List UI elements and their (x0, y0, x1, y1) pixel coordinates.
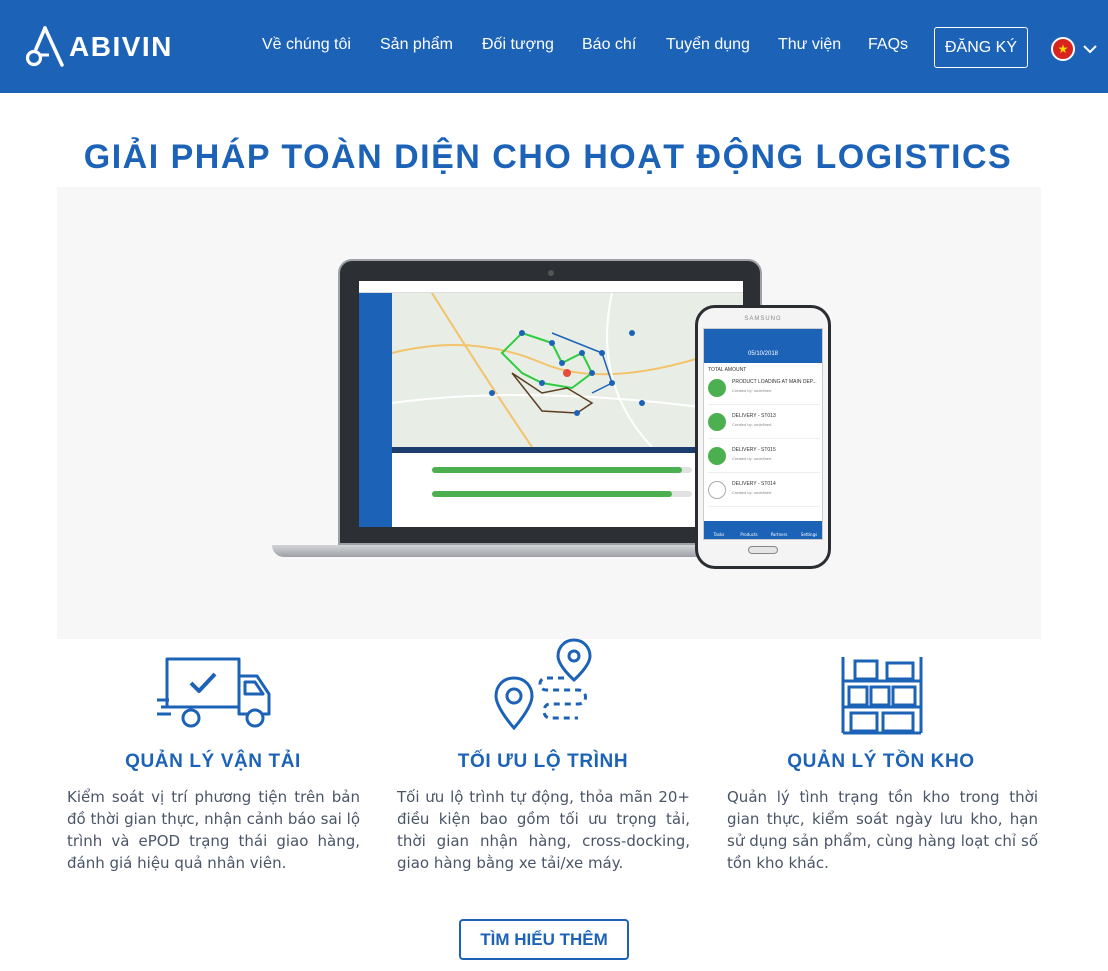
nav-item-products[interactable]: Sản phẩm (380, 36, 453, 54)
feature-desc-routing: Tối ưu lộ trình tự động, thỏa mãn 20+ đi… (397, 788, 690, 872)
hero-product-image: SAMSUNG 05/10/2018 TOTAL AMOUNT PRODUCT … (57, 187, 1041, 639)
nav-item-audience[interactable]: Đối tượng (482, 36, 554, 54)
svg-text:Products: Products (740, 532, 757, 537)
mobile-app-screen: 05/10/2018 TOTAL AMOUNT PRODUCT LOADING … (703, 328, 823, 540)
feature-title-inventory: QUẢN LÝ TỒN KHO (787, 751, 975, 772)
svg-text:Partners: Partners (771, 532, 788, 537)
chevron-down-icon (1083, 45, 1097, 54)
warehouse-shelf-icon (841, 657, 923, 735)
nav-item-library[interactable]: Thư viện (778, 36, 841, 54)
page-title: GIẢI PHÁP TOÀN DIỆN CHO HOẠT ĐỘNG LOGIST… (83, 138, 1013, 176)
mobile-task-item: DELIVERY - ST015 Created by: undefined (708, 443, 820, 473)
svg-text:Tasks: Tasks (713, 532, 725, 537)
mobile-total-label: TOTAL AMOUNT (708, 367, 747, 373)
signup-button[interactable]: ĐĂNG KÝ (934, 27, 1028, 68)
learn-more-button[interactable]: TÌM HIỂU THÊM (459, 919, 629, 960)
nav-item-careers[interactable]: Tuyển dụng (666, 36, 750, 54)
truck-check-icon (157, 657, 271, 728)
mobile-task-item: DELIVERY - ST013 Created by: undefined (708, 409, 820, 439)
mobile-task-item: DELIVERY - ST014 Created by: undefined (708, 477, 820, 507)
dashboard-screen (359, 281, 743, 527)
nav-item-press[interactable]: Báo chí (582, 36, 636, 54)
site-header: ABIVIN Về chúng tôi Sản phẩm Đối tượng B… (0, 0, 1108, 93)
svg-text:Settings: Settings (801, 532, 817, 537)
nav-item-about[interactable]: Về chúng tôi (262, 36, 351, 54)
feature-desc-transport: Kiểm soát vị trí phương tiện trên bản đồ… (67, 788, 360, 872)
phone-mockup: SAMSUNG 05/10/2018 TOTAL AMOUNT PRODUCT … (695, 305, 831, 569)
mobile-tab-bar: Tasks Products Partners Settings (704, 521, 822, 539)
delivery-timeline (392, 447, 743, 527)
feature-title-transport: QUẢN LÝ VẬN TẢI (125, 751, 301, 772)
route-map (391, 292, 743, 448)
feature-desc-inventory: Quản lý tình trạng tồn kho trong thời gi… (727, 788, 1038, 872)
language-selector[interactable]: ★ (1051, 36, 1108, 62)
feature-title-routing: TỐI ƯU LỘ TRÌNH (457, 751, 629, 772)
nav-item-faqs[interactable]: FAQs (868, 36, 908, 54)
mobile-date: 05/10/2018 (747, 351, 779, 357)
route-pin-icon (494, 638, 592, 731)
vietnam-flag-icon: ★ (1051, 37, 1075, 61)
phone-brand: SAMSUNG (744, 316, 782, 322)
mobile-task-item: PRODUCT LOADING AT MAIN DEP... Created b… (708, 375, 820, 405)
